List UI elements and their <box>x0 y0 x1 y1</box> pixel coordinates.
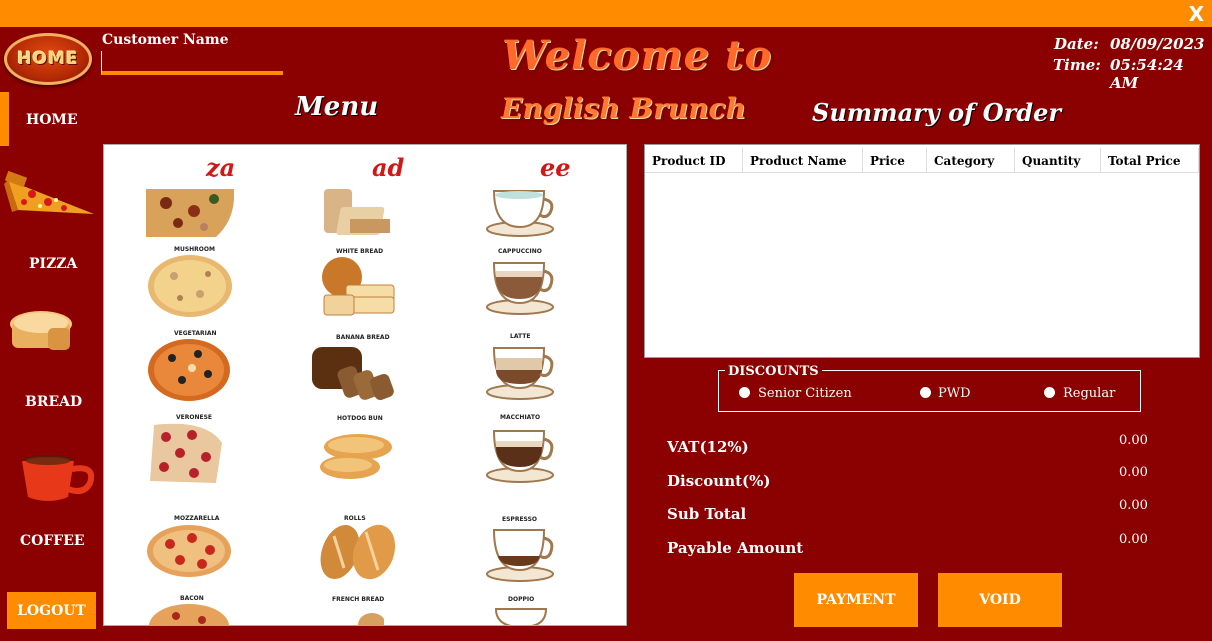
pwd-label: PWD <box>938 386 971 401</box>
title-bar <box>0 0 1212 27</box>
payable-amount-value: 0.00 <box>1119 532 1148 547</box>
bread-image[interactable] <box>320 189 392 239</box>
pizza-icon[interactable] <box>4 170 96 216</box>
coffee-cup-image[interactable] <box>486 185 558 237</box>
time-label: Time: <box>1053 56 1101 74</box>
sidebar-item-pizza[interactable]: PIZZA <box>29 256 77 272</box>
brand-heading: English Brunch <box>501 92 746 125</box>
coffee-cup-image[interactable] <box>486 259 558 315</box>
pizza-image[interactable] <box>146 254 234 318</box>
vat-label: VAT(12%) <box>667 438 749 456</box>
home-logo[interactable]: HOME <box>4 33 92 85</box>
bread-image[interactable] <box>354 605 384 626</box>
payable-amount-label: Payable Amount <box>667 539 804 557</box>
discounts-title: DISCOUNTS <box>725 364 822 379</box>
senior-citizen-label: Senior Citizen <box>758 386 852 401</box>
pwd-radio[interactable] <box>920 387 931 398</box>
pizza-image[interactable] <box>146 189 234 239</box>
regular-radio[interactable] <box>1044 387 1055 398</box>
date-value: 08/09/2023 <box>1110 35 1205 53</box>
item-label-pizza-1: MUSHROOM <box>174 246 215 253</box>
summary-heading: Summary of Order <box>812 98 1061 127</box>
coffee-column-heading: ee <box>540 153 571 182</box>
table-header-price[interactable]: Price <box>863 148 927 173</box>
item-label-pizza-4: MOZZARELLA <box>174 515 220 522</box>
coffee-cup-image[interactable] <box>486 427 558 483</box>
subtotal-label: Sub Total <box>667 505 747 523</box>
bread-image[interactable] <box>310 345 402 401</box>
sidebar-item-coffee[interactable]: COFFEE <box>20 533 85 549</box>
table-header-product-name[interactable]: Product Name <box>743 148 863 173</box>
item-label-coffee-3: MACCHIATO <box>500 414 541 421</box>
logout-button[interactable]: LOGOUT <box>7 592 96 629</box>
time-value: 05:54:24 AM <box>1110 56 1184 92</box>
item-label-bread-2: BANANA BREAD <box>336 334 390 341</box>
menu-panel[interactable]: za ad ee MUSHROOM VEGETARIAN VERONESE MO… <box>103 144 627 626</box>
item-label-coffee-1: CAPPUCCINO <box>498 248 542 255</box>
item-label-coffee-4: ESPRESSO <box>502 516 538 523</box>
table-header-total-price[interactable]: Total Price <box>1101 148 1199 173</box>
item-label-bread-3: HOTDOG BUN <box>337 415 383 422</box>
item-label-pizza-2: VEGETARIAN <box>174 330 217 337</box>
date-label: Date: <box>1054 35 1099 53</box>
pizza-column-heading: za <box>206 153 236 182</box>
pizza-image[interactable] <box>146 423 226 485</box>
active-nav-indicator <box>0 92 9 146</box>
item-label-pizza-5: BACON <box>180 595 204 602</box>
table-header-category[interactable]: Category <box>927 148 1015 173</box>
senior-citizen-radio[interactable] <box>739 387 750 398</box>
sidebar-item-home[interactable]: HOME <box>26 112 78 128</box>
vat-value: 0.00 <box>1119 433 1148 448</box>
customer-name-input[interactable] <box>101 51 283 75</box>
bread-icon[interactable] <box>8 308 74 354</box>
item-label-coffee-2: LATTE <box>510 333 531 340</box>
payment-button[interactable]: PAYMENT <box>794 573 918 627</box>
bread-image[interactable] <box>318 255 398 319</box>
coffee-cup-image[interactable] <box>486 526 558 582</box>
item-label-pizza-3: VERONESE <box>176 414 213 421</box>
menu-heading: Menu <box>295 92 379 122</box>
pizza-image[interactable] <box>146 602 232 626</box>
coffee-icon[interactable] <box>20 453 96 503</box>
welcome-heading: Welcome to <box>502 32 773 79</box>
bread-image[interactable] <box>316 522 400 582</box>
customer-name-label: Customer Name <box>102 32 229 48</box>
discount-value: 0.00 <box>1119 465 1148 480</box>
subtotal-value: 0.00 <box>1119 498 1148 513</box>
coffee-cup-image[interactable] <box>492 605 554 626</box>
order-summary-table[interactable]: Product ID Product Name Price Category Q… <box>644 144 1200 358</box>
pizza-image[interactable] <box>146 338 232 402</box>
sidebar-item-bread[interactable]: BREAD <box>25 394 82 410</box>
table-header-product-id[interactable]: Product ID <box>645 148 743 173</box>
bread-column-heading: ad <box>372 153 405 182</box>
void-button[interactable]: VOID <box>938 573 1062 627</box>
discount-label: Discount(%) <box>667 472 771 490</box>
bread-image[interactable] <box>318 431 394 481</box>
coffee-cup-image[interactable] <box>486 344 558 400</box>
item-label-coffee-5: DOPPIO <box>508 596 535 603</box>
close-icon[interactable]: X <box>1189 2 1204 26</box>
item-label-bread-4: ROLLS <box>344 515 366 522</box>
item-label-bread-1: WHITE BREAD <box>336 248 384 255</box>
table-header-quantity[interactable]: Quantity <box>1015 148 1101 173</box>
logo-text: HOME <box>17 49 79 69</box>
item-label-bread-5: FRENCH BREAD <box>332 596 385 603</box>
regular-label: Regular <box>1063 386 1116 401</box>
pizza-image[interactable] <box>146 524 232 578</box>
